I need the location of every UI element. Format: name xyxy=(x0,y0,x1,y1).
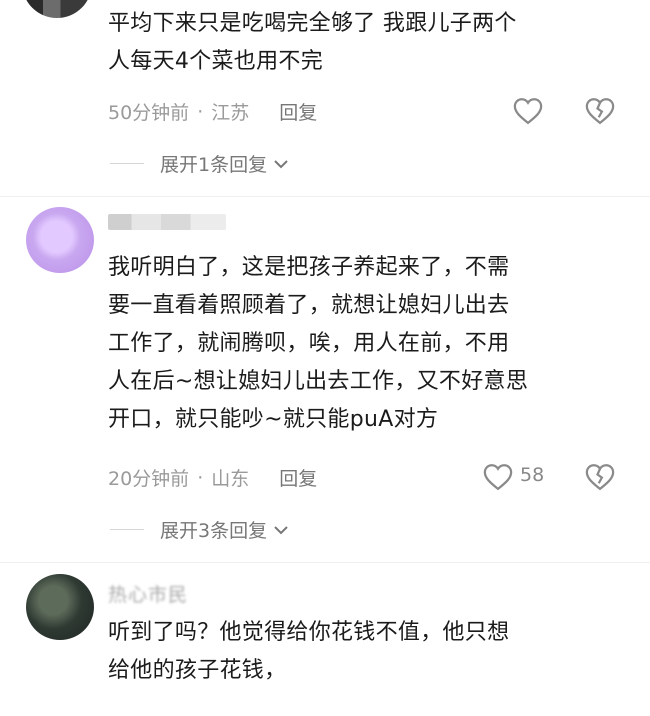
separator: · xyxy=(197,100,204,123)
comment-line: 要一直看着照顾着了，就想让媳妇儿出去 xyxy=(108,293,510,318)
chevron-down-icon xyxy=(273,153,289,175)
expand-label: 展开1条回复 xyxy=(160,154,268,176)
comment-text: 平均下来只是吃喝完全够了 我跟儿子两个 人每天4个菜也用不完 xyxy=(108,5,638,81)
expand-replies-button[interactable]: 展开3条回复 xyxy=(110,516,289,543)
timestamp: 20分钟前 xyxy=(108,468,190,490)
heart-icon[interactable] xyxy=(482,461,514,493)
comment-line: 人在后~想让媳妇儿出去工作，又不好意思 xyxy=(108,369,529,394)
comment-meta: 20分钟前 · 山东 回复 xyxy=(108,464,317,491)
username[interactable] xyxy=(108,214,226,230)
avatar[interactable] xyxy=(22,0,92,18)
comment-line: 听到了吗？他觉得给你花钱不值，他只想 xyxy=(108,620,510,645)
comment-line: 给他的孩子花钱， xyxy=(108,658,287,683)
comment-meta: 50分钟前 · 江苏 回复 xyxy=(108,98,317,125)
broken-heart-icon[interactable] xyxy=(584,461,616,493)
divider-line xyxy=(110,529,144,530)
broken-heart-icon[interactable] xyxy=(584,95,616,127)
comment-line: 人每天4个菜也用不完 xyxy=(108,49,323,74)
divider xyxy=(0,562,650,563)
separator: · xyxy=(197,466,204,489)
heart-icon[interactable] xyxy=(512,95,544,127)
comment-line: 平均下来只是吃喝完全够了 我跟儿子两个 xyxy=(108,11,517,36)
reply-button[interactable]: 回复 xyxy=(279,98,317,125)
comment-line: 工作了，就闹腾呗，唉，用人在前，不用 xyxy=(108,331,510,356)
like-count: 58 xyxy=(520,464,545,486)
avatar[interactable] xyxy=(26,207,94,273)
location: 江苏 xyxy=(211,102,250,124)
comment-line: 开口，就只能吵~就只能puA对方 xyxy=(108,407,439,432)
avatar[interactable] xyxy=(26,574,94,640)
divider-line xyxy=(110,163,144,164)
expand-replies-button[interactable]: 展开1条回复 xyxy=(110,150,289,177)
comment-line: 我听明白了，这是把孩子养起来了，不需 xyxy=(108,255,510,280)
timestamp: 50分钟前 xyxy=(108,102,190,124)
comment-text: 我听明白了，这是把孩子养起来了，不需 要一直看着照顾着了，就想让媳妇儿出去 工作… xyxy=(108,249,638,439)
username[interactable]: 热心市民 xyxy=(108,580,188,607)
location: 山东 xyxy=(211,468,250,490)
expand-label: 展开3条回复 xyxy=(160,520,268,542)
chevron-down-icon xyxy=(273,519,289,541)
reply-button[interactable]: 回复 xyxy=(279,464,317,491)
comment-text: 听到了吗？他觉得给你花钱不值，他只想 给他的孩子花钱， xyxy=(108,614,638,690)
divider xyxy=(0,196,650,197)
